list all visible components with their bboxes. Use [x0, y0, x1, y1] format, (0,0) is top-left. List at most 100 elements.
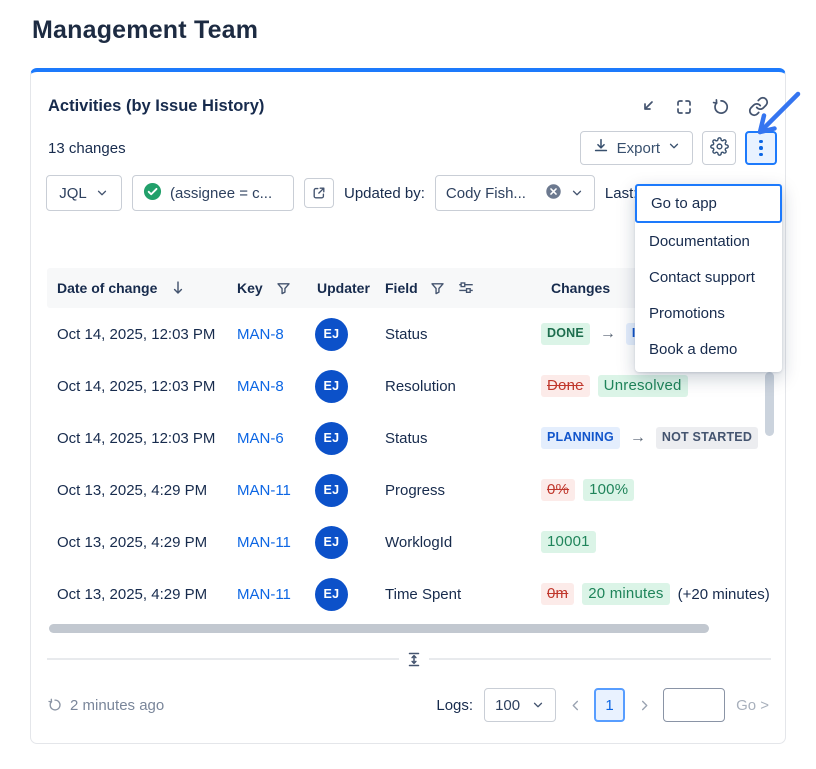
jql-mode-select[interactable]: JQL: [46, 175, 122, 211]
changes-cell: 10001: [531, 531, 769, 554]
avatar: EJ: [315, 526, 348, 559]
col-header-changes: Changes: [551, 280, 610, 296]
prev-page-button[interactable]: [567, 698, 583, 713]
col-header-updater[interactable]: Updater: [317, 280, 370, 296]
field-cell: Progress: [379, 482, 531, 499]
export-button[interactable]: Export: [580, 131, 693, 165]
change-badge: PLANNING: [541, 427, 620, 449]
refresh-icon[interactable]: [711, 97, 731, 117]
change-badge: Done: [541, 375, 590, 398]
goto-page-input[interactable]: [663, 688, 725, 722]
change-badge: 0m: [541, 583, 574, 606]
table-row: Oct 13, 2025, 4:29 PMMAN-11EJWorklogId10…: [47, 516, 769, 568]
updated-by-select[interactable]: Cody Fish...: [435, 175, 595, 211]
change-badge: 10001: [541, 531, 596, 554]
field-cell: WorklogId: [379, 534, 531, 551]
filter-icon[interactable]: [275, 280, 292, 297]
avatar: EJ: [315, 422, 348, 455]
jql-query-input[interactable]: (assignee = c...: [132, 175, 294, 211]
jql-query-value: (assignee = c...: [170, 185, 272, 202]
issue-key-link[interactable]: MAN-8: [237, 378, 284, 395]
page-title: Management Team: [32, 16, 258, 45]
issue-key-cell: MAN-8: [229, 378, 309, 395]
updater-cell: EJ: [309, 318, 379, 351]
chevron-down-icon: [531, 698, 545, 712]
change-date-cell: Oct 14, 2025, 12:03 PM: [47, 326, 229, 343]
export-label: Export: [617, 140, 660, 157]
filter-icon[interactable]: [429, 280, 446, 297]
col-header-field[interactable]: Field: [385, 280, 418, 296]
last-refresh-text: 2 minutes ago: [70, 697, 164, 714]
issue-key-link[interactable]: MAN-11: [237, 482, 291, 499]
clear-icon[interactable]: [545, 183, 562, 204]
chevron-down-icon: [570, 186, 584, 200]
external-link-icon: [311, 185, 327, 201]
menu-item-book-a-demo[interactable]: Book a demo: [635, 331, 782, 367]
more-actions-button[interactable]: [745, 131, 777, 165]
menu-item-documentation[interactable]: Documentation: [635, 223, 782, 259]
menu-item-promotions[interactable]: Promotions: [635, 295, 782, 331]
chevron-left-icon: [568, 698, 583, 713]
current-page-button[interactable]: 1: [594, 688, 625, 722]
issue-key-link[interactable]: MAN-11: [237, 534, 291, 551]
col-header-date[interactable]: Date of change: [57, 280, 157, 296]
change-date-cell: Oct 14, 2025, 12:03 PM: [47, 378, 229, 395]
fullscreen-icon[interactable]: [674, 97, 694, 117]
menu-item-contact-support[interactable]: Contact support: [635, 259, 782, 295]
gear-icon: [710, 137, 729, 160]
activities-panel: Activities (by Issue History) 13 changes…: [30, 68, 786, 744]
sort-desc-icon[interactable]: [169, 279, 187, 297]
settings-button[interactable]: [702, 131, 736, 165]
updated-by-value: Cody Fish...: [446, 185, 537, 202]
panel-title: Activities (by Issue History): [48, 97, 264, 116]
issue-key-link[interactable]: MAN-6: [237, 430, 284, 447]
issue-key-link[interactable]: MAN-8: [237, 326, 284, 343]
issue-key-cell: MAN-11: [229, 482, 309, 499]
field-cell: Time Spent: [379, 586, 531, 603]
updater-cell: EJ: [309, 474, 379, 507]
change-badge: 100%: [583, 479, 634, 502]
page-size-select[interactable]: 100: [484, 688, 556, 722]
chevron-right-icon: [637, 698, 652, 713]
change-badge: DONE: [541, 323, 590, 345]
changes-cell: 0% 100%: [531, 479, 769, 502]
col-header-key[interactable]: Key: [237, 280, 263, 296]
table-row: Oct 14, 2025, 12:03 PMMAN-6EJStatusPLANN…: [47, 412, 769, 464]
page-size-value: 100: [495, 697, 520, 714]
issue-key-cell: MAN-6: [229, 430, 309, 447]
arrow-right-icon: →: [628, 429, 648, 447]
avatar: EJ: [315, 474, 348, 507]
issue-key-cell: MAN-11: [229, 534, 309, 551]
table-row: Oct 13, 2025, 4:29 PM MAN-11 EJ Progress 0% 1…: [47, 464, 769, 516]
issue-key-cell: MAN-11: [229, 586, 309, 603]
menu-item-go-to-app[interactable]: Go to app: [635, 184, 782, 223]
kebab-icon: [759, 140, 763, 157]
download-icon: [592, 137, 610, 159]
change-date-cell: Oct 14, 2025, 12:03 PM: [47, 430, 229, 447]
issue-key-link[interactable]: MAN-11: [237, 586, 291, 603]
last-refresh[interactable]: 2 minutes ago: [47, 697, 164, 714]
next-page-button[interactable]: [636, 698, 652, 713]
field-cell: Status: [379, 326, 531, 343]
change-badge: 0%: [541, 479, 575, 502]
change-badge: NOT STARTED: [656, 427, 758, 449]
valid-check-icon: [143, 182, 162, 205]
change-badge: Unresolved: [598, 375, 688, 398]
chevron-down-icon: [95, 186, 109, 200]
collapse-icon[interactable]: [637, 97, 657, 117]
arrow-right-icon: →: [598, 325, 618, 343]
change-date-cell: Oct 13, 2025, 4:29 PM: [47, 482, 229, 499]
link-icon[interactable]: [748, 96, 769, 117]
adjust-columns-icon[interactable]: [457, 279, 475, 297]
avatar: EJ: [315, 370, 348, 403]
changes-cell: PLANNING → NOT STARTED: [531, 427, 769, 449]
resize-handle[interactable]: [399, 649, 429, 669]
go-button[interactable]: Go >: [736, 697, 769, 714]
horizontal-scrollbar[interactable]: [49, 624, 709, 633]
open-in-new-button[interactable]: [304, 178, 334, 208]
table-row: Oct 13, 2025, 4:29 PMMAN-11EJTime Spent0…: [47, 568, 769, 620]
vertical-scrollbar[interactable]: [765, 372, 774, 436]
jql-label: JQL: [59, 185, 87, 202]
field-cell: Status: [379, 430, 531, 447]
changes-count: 13 changes: [48, 140, 126, 157]
